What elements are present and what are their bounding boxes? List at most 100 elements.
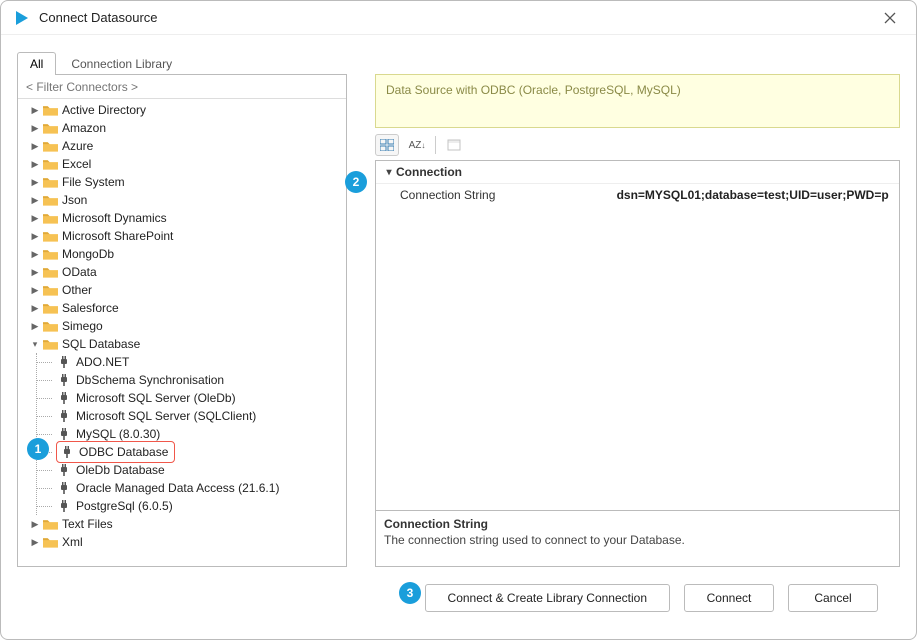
folder-icon — [42, 283, 58, 297]
folder-icon — [42, 193, 58, 207]
chevron-right-icon: ▶ — [28, 317, 42, 335]
connector-icon — [56, 427, 72, 441]
folder-icon — [42, 139, 58, 153]
connector-icon — [56, 499, 72, 513]
titlebar: Connect Datasource — [1, 1, 916, 35]
tree-node-sqlserver-oledb[interactable]: Microsoft SQL Server (OleDb) — [22, 389, 346, 407]
panels: ▶Active Directory ▶Amazon ▶Azure ▶Excel … — [17, 74, 900, 567]
tree-node-sql-database[interactable]: ▾SQL Database — [22, 335, 346, 353]
chevron-right-icon: ▶ — [28, 137, 42, 155]
tab-connection-library[interactable]: Connection Library — [58, 52, 185, 75]
connect-create-library-button[interactable]: Connect & Create Library Connection — [425, 584, 670, 612]
chevron-right-icon: ▶ — [28, 227, 42, 245]
close-button[interactable] — [876, 4, 904, 32]
chevron-down-icon: ▾ — [382, 167, 396, 178]
tree-node-postgresql[interactable]: PostgreSql (6.0.5) — [22, 497, 346, 515]
tree-node-excel[interactable]: ▶Excel — [22, 155, 346, 173]
tree-node-adonet[interactable]: ADO.NET — [22, 353, 346, 371]
content-area: All Connection Library ▶Active Directory… — [1, 35, 916, 639]
folder-icon — [42, 265, 58, 279]
property-toolbar: AZ↓ — [375, 128, 900, 160]
tree-node-oracle[interactable]: Oracle Managed Data Access (21.6.1) — [22, 479, 346, 497]
annotation-badge-2: 2 — [345, 171, 367, 193]
alphabetical-view-button[interactable]: AZ↓ — [405, 134, 429, 156]
property-pages-button[interactable] — [442, 134, 466, 156]
property-category-connection[interactable]: ▾ Connection — [376, 161, 899, 183]
dialog-window: Connect Datasource All Connection Librar… — [0, 0, 917, 640]
chevron-right-icon: ▶ — [28, 299, 42, 317]
tree-node-other[interactable]: ▶Other — [22, 281, 346, 299]
folder-icon — [42, 517, 58, 531]
folder-icon — [42, 319, 58, 333]
chevron-right-icon: ▶ — [28, 119, 42, 137]
tree-node-azure[interactable]: ▶Azure — [22, 137, 346, 155]
tree-node-active-directory[interactable]: ▶Active Directory — [22, 101, 346, 119]
connector-icon — [56, 463, 72, 477]
connector-icon — [56, 373, 72, 387]
connector-icon — [59, 445, 75, 459]
filter-row — [18, 75, 346, 99]
tree-node-text-files[interactable]: ▶Text Files — [22, 515, 346, 533]
annotation-badge-1: 1 — [27, 438, 49, 460]
tree-node-microsoft-dynamics[interactable]: ▶Microsoft Dynamics — [22, 209, 346, 227]
folder-icon — [42, 121, 58, 135]
tree-node-simego[interactable]: ▶Simego — [22, 317, 346, 335]
tree-node-file-system[interactable]: ▶File System — [22, 173, 346, 191]
chevron-right-icon: ▶ — [28, 281, 42, 299]
folder-icon — [42, 211, 58, 225]
connector-icon — [56, 391, 72, 405]
chevron-right-icon: ▶ — [28, 263, 42, 281]
connector-tree[interactable]: ▶Active Directory ▶Amazon ▶Azure ▶Excel … — [18, 99, 346, 566]
chevron-right-icon: ▶ — [28, 155, 42, 173]
connector-tree-panel: ▶Active Directory ▶Amazon ▶Azure ▶Excel … — [17, 74, 347, 567]
folder-icon — [42, 175, 58, 189]
folder-icon — [42, 247, 58, 261]
tree-node-salesforce[interactable]: ▶Salesforce — [22, 299, 346, 317]
folder-icon — [42, 535, 58, 549]
tree-node-oledb-database[interactable]: OleDb Database — [22, 461, 346, 479]
chevron-right-icon: ▶ — [28, 173, 42, 191]
chevron-right-icon: ▶ — [28, 209, 42, 227]
tree-node-odata[interactable]: ▶OData — [22, 263, 346, 281]
connect-button[interactable]: Connect — [684, 584, 774, 612]
tree-node-xml[interactable]: ▶Xml — [22, 533, 346, 551]
properties-panel: Data Source with ODBC (Oracle, PostgreSQ… — [375, 74, 900, 567]
categorized-view-button[interactable] — [375, 134, 399, 156]
dialog-footer: Connect & Create Library Connection Conn… — [17, 567, 900, 629]
property-value[interactable]: dsn=MYSQL01;database=test;UID=user;PWD=p — [617, 184, 899, 205]
chevron-right-icon: ▶ — [28, 245, 42, 263]
tree-node-sqlserver-sqlclient[interactable]: Microsoft SQL Server (SQLClient) — [22, 407, 346, 425]
folder-icon — [42, 301, 58, 315]
window-title: Connect Datasource — [39, 10, 158, 25]
connector-icon — [56, 355, 72, 369]
filter-connectors-input[interactable] — [18, 75, 346, 98]
chevron-right-icon: ▶ — [28, 191, 42, 209]
folder-icon — [42, 157, 58, 171]
folder-icon — [42, 337, 58, 351]
chevron-right-icon: ▶ — [28, 515, 42, 533]
property-description: Connection String The connection string … — [376, 510, 899, 566]
property-grid: ▾ Connection Connection String dsn=MYSQL… — [375, 160, 900, 567]
chevron-right-icon: ▶ — [28, 101, 42, 119]
tree-node-dbschema[interactable]: DbSchema Synchronisation — [22, 371, 346, 389]
cancel-button[interactable]: Cancel — [788, 584, 878, 612]
tab-all[interactable]: All — [17, 52, 56, 75]
folder-icon — [42, 229, 58, 243]
tree-node-odbc-database[interactable]: ODBC Database — [22, 443, 346, 461]
chevron-right-icon: ▶ — [28, 533, 42, 551]
annotation-badge-3: 3 — [399, 582, 421, 604]
tree-node-mongodb[interactable]: ▶MongoDb — [22, 245, 346, 263]
tree-node-microsoft-sharepoint[interactable]: ▶Microsoft SharePoint — [22, 227, 346, 245]
tree-node-amazon[interactable]: ▶Amazon — [22, 119, 346, 137]
property-row-connection-string[interactable]: Connection String dsn=MYSQL01;database=t… — [376, 183, 899, 205]
toolbar-separator — [435, 136, 436, 154]
app-logo-icon — [13, 9, 31, 27]
tree-node-json[interactable]: ▶Json — [22, 191, 346, 209]
chevron-down-icon: ▾ — [28, 335, 42, 353]
tab-strip: All Connection Library — [17, 49, 900, 75]
property-name: Connection String — [376, 184, 617, 205]
connector-icon — [56, 481, 72, 495]
connector-icon — [56, 409, 72, 423]
folder-icon — [42, 103, 58, 117]
datasource-description-banner: Data Source with ODBC (Oracle, PostgreSQ… — [375, 74, 900, 128]
